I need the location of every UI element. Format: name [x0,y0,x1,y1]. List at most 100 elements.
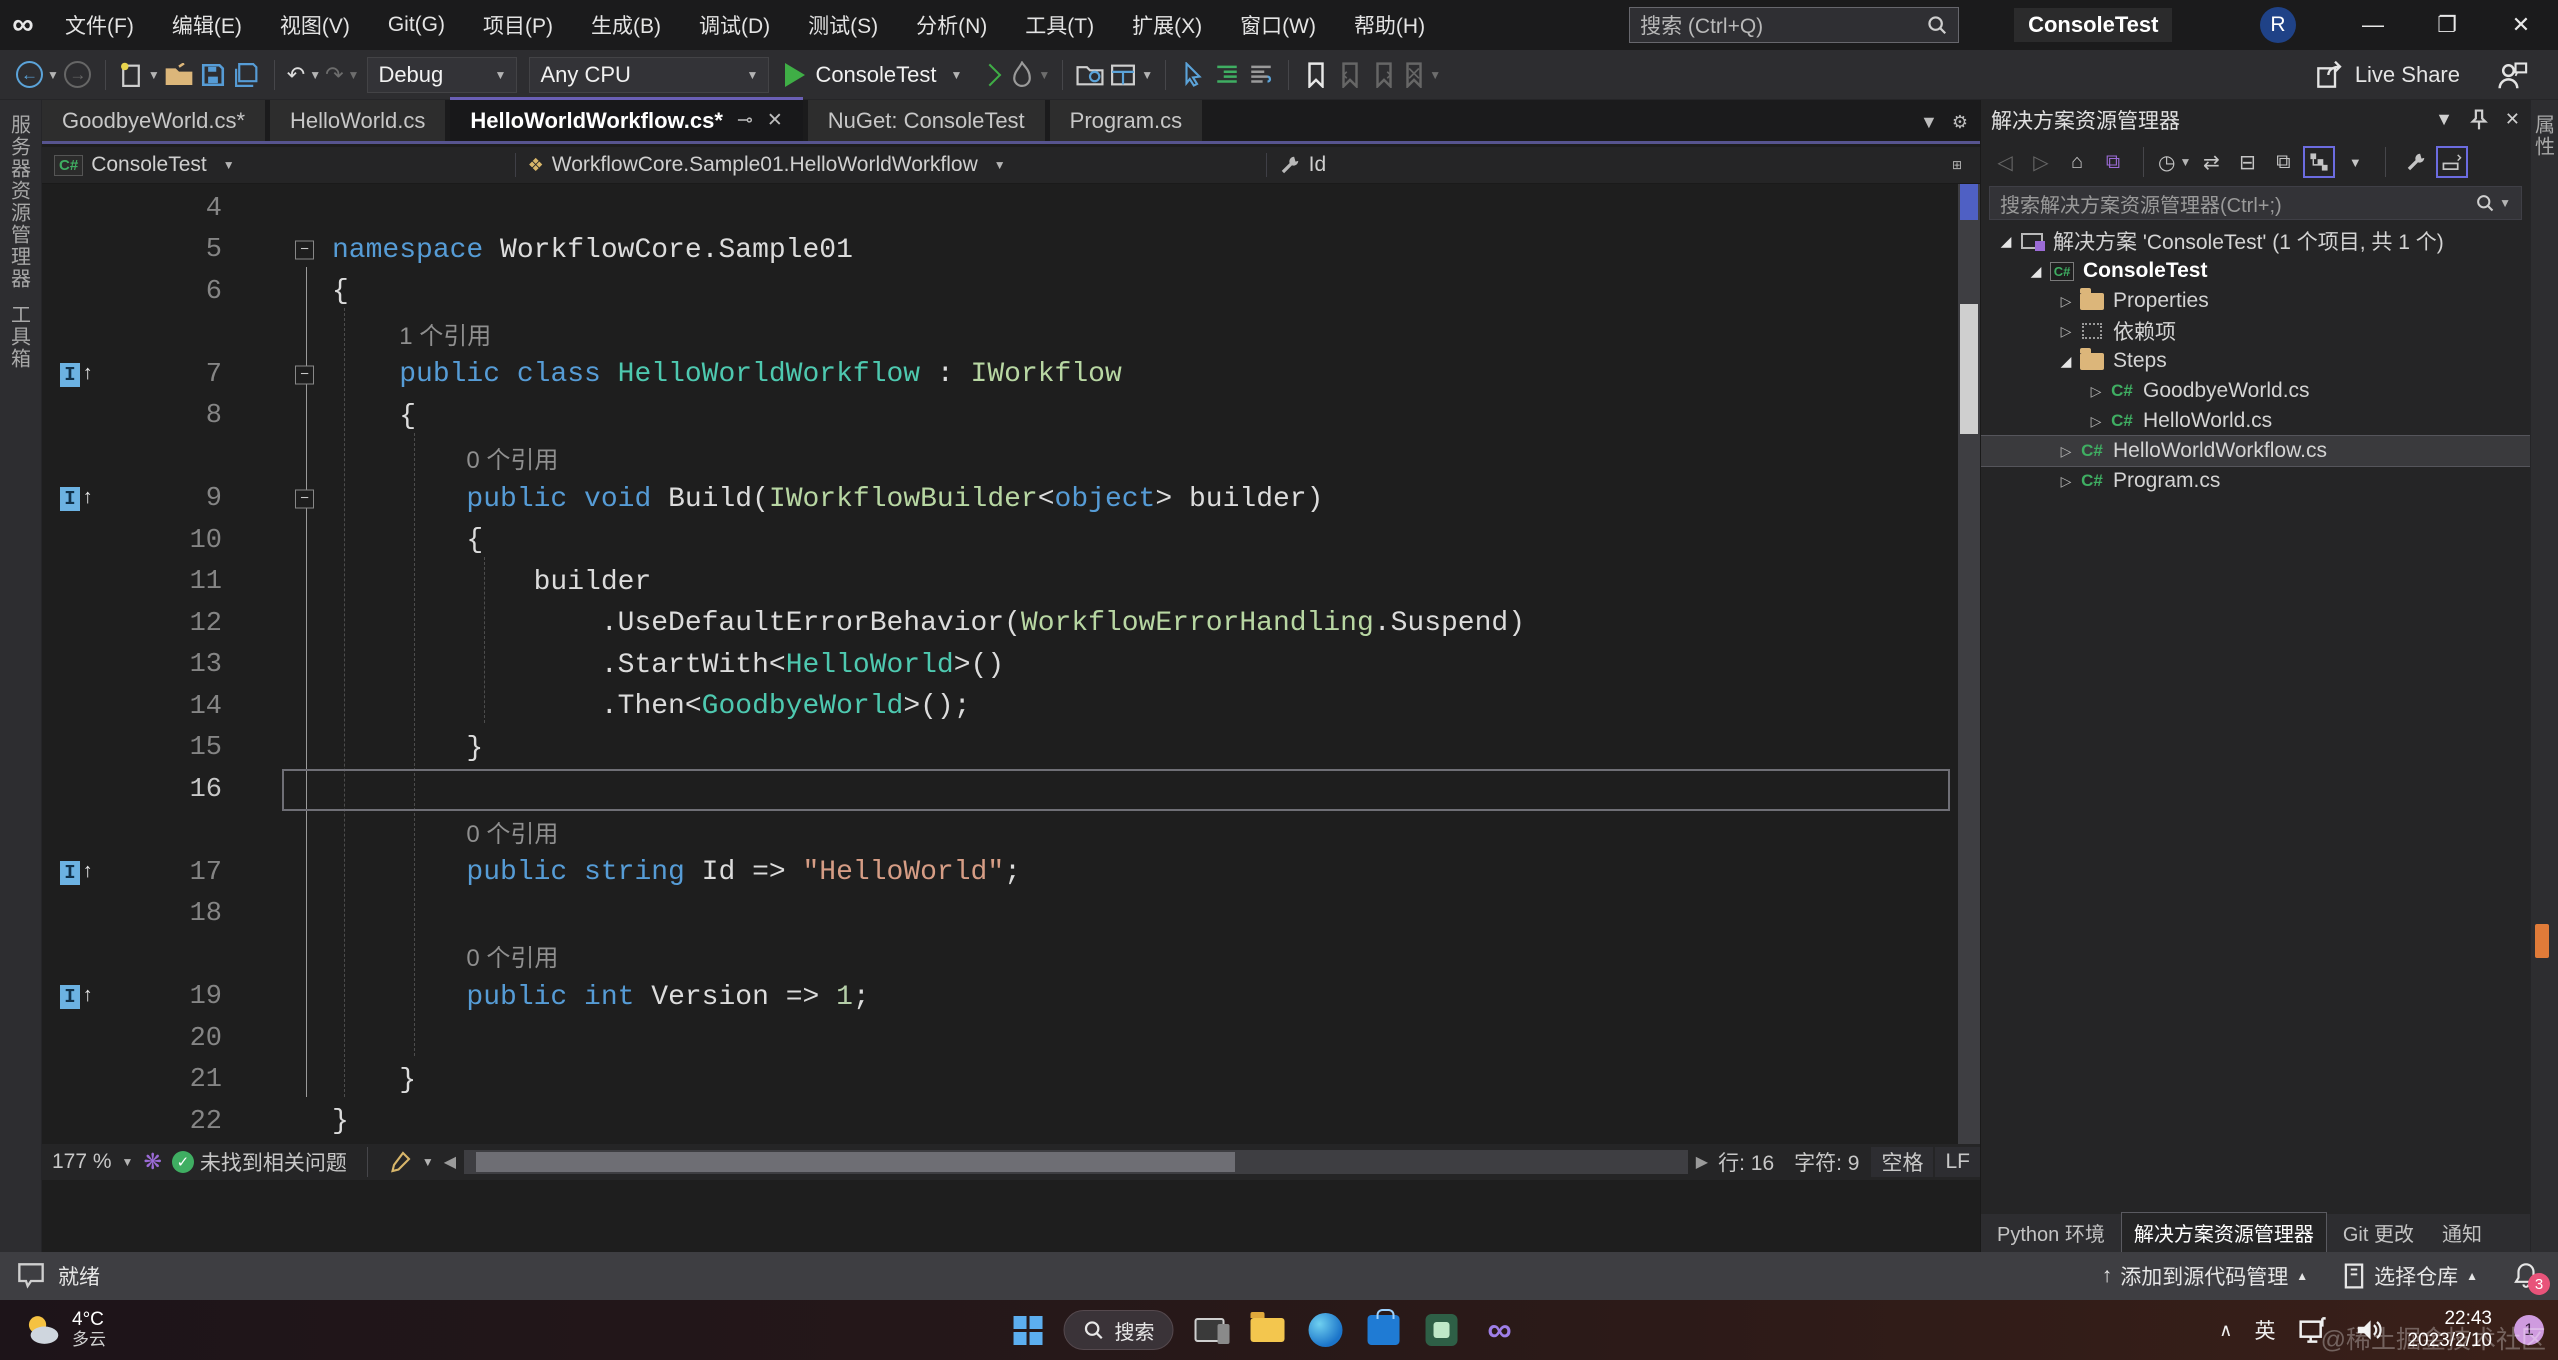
code-line[interactable]: 12 .UseDefaultErrorBehavior(WorkflowErro… [42,603,1980,645]
hscroll-thumb[interactable] [476,1152,1235,1172]
code-health-indicator[interactable]: ✓ 未找到相关问题 [162,1147,357,1177]
code-line[interactable]: 13 .StartWith<HelloWorld>() [42,645,1980,687]
bookmark-next-icon[interactable] [1369,56,1399,94]
sync-with-active-document-icon[interactable]: ⇄ [2195,146,2227,178]
file-explorer-button[interactable] [1246,1308,1290,1352]
forward-icon[interactable]: ▷ [2025,146,2057,178]
line-number[interactable]: 20 [112,1024,222,1054]
indent-lines-icon[interactable] [1212,56,1242,94]
code-line[interactable]: 21 } [42,1060,1980,1102]
toolbox-vertical-tab[interactable]: 工具箱 [8,304,34,370]
live-share-button[interactable]: Live Share [2315,60,2544,90]
line-number[interactable]: 5 [112,235,222,265]
code-line[interactable]: I↑7− public class HelloWorldWorkflow : I… [42,354,1980,396]
bookmark-prev-icon[interactable] [1335,56,1365,94]
global-search-box[interactable]: 搜索 (Ctrl+Q) [1629,7,1959,43]
menu-item[interactable]: 调试(D) [680,0,789,50]
profiler-flame-icon[interactable]: ▼ [1010,56,1050,94]
menu-item[interactable]: 生成(B) [572,0,680,50]
feedback-bubble-icon[interactable] [16,1261,46,1291]
code-line[interactable]: 4 [42,188,1980,230]
notification-center-badge[interactable]: 1 [2514,1315,2544,1345]
add-to-source-control-button[interactable]: ↑ 添加到源代码管理 ▲ [2102,1261,2308,1291]
navigate-back-button[interactable]: ←▼ [16,56,59,94]
close-tab-icon[interactable]: ✕ [767,109,783,132]
chevron-down-icon[interactable]: ▼ [223,158,235,172]
panel-menu-icon[interactable]: ▼ [2435,109,2453,131]
line-number[interactable]: 9 [112,484,222,514]
code-line[interactable]: I↑9− public void Build(IWorkflowBuilder<… [42,479,1980,521]
collapsed-arrow-icon[interactable]: ▷ [2085,413,2107,430]
start-debugging-button[interactable]: ConsoleTest ▼ [785,62,962,88]
horizontal-scrollbar[interactable] [464,1150,1688,1174]
fold-collapse-icon[interactable]: − [295,241,314,260]
comment-lines-icon[interactable] [1246,56,1276,94]
document-tab[interactable]: Program.cs [1050,100,1202,141]
document-tab[interactable]: NuGet: ConsoleTest [808,100,1045,141]
tree-item[interactable]: ▷C#HelloWorldWorkflow.cs [1981,436,2530,466]
clock-widget[interactable]: 22:43 2023/2/10 [2407,1308,2492,1352]
code-line[interactable]: 6{ [42,271,1980,313]
microsoft-store-button[interactable] [1362,1308,1406,1352]
line-number[interactable]: 14 [112,692,222,722]
collapsed-arrow-icon[interactable]: ▷ [2085,383,2107,400]
code-line[interactable]: 15 } [42,728,1980,770]
vertical-scrollbar[interactable] [1958,184,1980,1144]
split-editor-icon[interactable]: ⊞ [1952,158,1962,172]
redo-button[interactable]: ↷▼ [325,56,359,94]
notifications-button[interactable]: 3 [2512,1261,2542,1291]
restore-button[interactable]: ❐ [2410,0,2484,50]
code-line[interactable]: 14 .Then<GoodbyeWorld>(); [42,686,1980,728]
save-button[interactable] [198,56,228,94]
breadcrumb-project[interactable]: C# ConsoleTest [42,147,219,183]
bookmark-clear-icon[interactable]: ▼ [1403,56,1441,94]
codelens-references[interactable]: 0 个引用 [466,814,558,849]
expanded-arrow-icon[interactable]: ◢ [2055,353,2077,370]
solution-search-box[interactable]: 搜索解决方案资源管理器(Ctrl+;) ▼ [1989,186,2522,220]
show-all-files-toggle[interactable] [2303,146,2335,178]
menu-item[interactable]: 文件(F) [46,0,153,50]
collapse-all-icon[interactable]: ⊟ [2231,146,2263,178]
code-line[interactable]: 11 builder [42,562,1980,604]
minimize-button[interactable]: — [2336,0,2410,50]
account-avatar[interactable]: R [2260,7,2296,43]
line-number[interactable]: 15 [112,733,222,763]
pinned-app-button[interactable] [1420,1308,1464,1352]
visual-studio-taskbar-button[interactable]: ∞ [1478,1308,1522,1352]
task-view-button[interactable] [1188,1308,1232,1352]
panel-bottom-tab[interactable]: 解决方案资源管理器 [2121,1212,2327,1252]
pending-changes-filter-icon[interactable]: ◷▼ [2158,146,2191,178]
new-file-button[interactable]: ▼ [118,56,160,94]
tree-item[interactable]: ◢Steps [1981,346,2530,376]
line-number[interactable]: 11 [112,567,222,597]
codelens-row[interactable]: 0 个引用 [42,437,1980,479]
codelens-references[interactable]: 1 个引用 [399,316,491,351]
line-number[interactable]: 12 [112,609,222,639]
tree-item[interactable]: ▷Properties [1981,286,2530,316]
select-repository-button[interactable]: 选择仓库 ▲ [2342,1261,2478,1291]
code-line[interactable]: 18 [42,894,1980,936]
panel-bottom-tab[interactable]: Python 环境 [1985,1213,2117,1252]
code-line[interactable]: 5−namespace WorkflowCore.Sample01 [42,230,1980,272]
codelens-row[interactable]: 0 个引用 [42,935,1980,977]
properties-pages-icon[interactable]: ⧉ [2267,146,2299,178]
taskbar-search[interactable]: 搜索 [1064,1310,1174,1350]
chevron-down-icon[interactable]: ▼ [2339,146,2371,178]
fold-collapse-icon[interactable]: − [295,490,314,509]
back-icon[interactable]: ◁ [1989,146,2021,178]
home-icon[interactable]: ⌂ [2061,146,2093,178]
menu-item[interactable]: 分析(N) [897,0,1006,50]
code-line[interactable]: 8 { [42,396,1980,438]
line-number[interactable]: 6 [112,277,222,307]
collapsed-arrow-icon[interactable]: ▷ [2055,473,2077,490]
code-line[interactable]: I↑19 public int Version => 1; [42,977,1980,1019]
switch-views-icon[interactable]: ⧉ [2097,146,2129,178]
line-number[interactable]: 10 [112,526,222,556]
tree-item[interactable]: ◢解决方案 'ConsoleTest' (1 个项目, 共 1 个) [1981,226,2530,256]
start-without-debugging-icon[interactable] [979,63,1002,86]
editor-options-gear-icon[interactable]: ⚙ [1952,112,1968,133]
tree-item[interactable]: ▷依赖项 [1981,316,2530,346]
code-line[interactable]: 20 [42,1018,1980,1060]
feedback-icon[interactable] [2496,60,2528,90]
menu-item[interactable]: 工具(T) [1006,0,1113,50]
